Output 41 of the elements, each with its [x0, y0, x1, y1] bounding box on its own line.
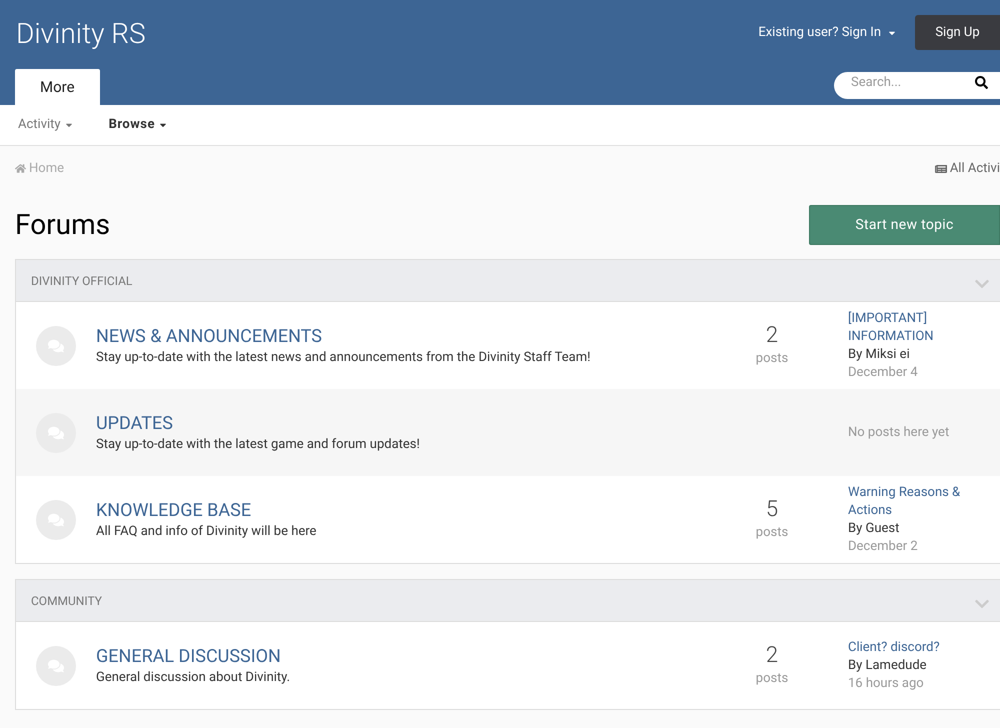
last-post-link[interactable]: Warning Reasons & Actions	[848, 484, 988, 520]
last-post-link[interactable]: Client? discord?	[848, 638, 988, 656]
post-count-label: posts	[756, 524, 788, 542]
site-title[interactable]: Divinity RS	[16, 16, 146, 52]
forum-description: All FAQ and info of Divinity will be here	[96, 522, 318, 540]
page-title: Forums	[15, 207, 110, 243]
last-post-date: December 4	[848, 364, 919, 382]
last-post-link[interactable]: [IMPORTANT] INFORMATION	[848, 310, 988, 346]
post-count-label: posts	[756, 350, 788, 368]
subnav-item[interactable]: Activity	[18, 115, 74, 135]
category-title: DIVINITY OFFICIAL	[31, 272, 132, 290]
forum-title-link[interactable]: NEWS & ANNOUNCEMENTS	[96, 324, 696, 348]
last-post-author: By Guest	[848, 520, 900, 538]
forum-title-link[interactable]: GENERAL DISCUSSION	[96, 644, 696, 668]
subnav-item[interactable]: Browse	[108, 115, 168, 135]
post-count: 2	[766, 642, 778, 669]
sign-up-button[interactable]: Sign Up	[915, 15, 1000, 50]
last-post-date: 16 hours ago	[848, 674, 925, 692]
forum-title-link[interactable]: UPDATES	[96, 412, 696, 436]
last-post-date: December 2	[848, 538, 919, 556]
all-activity-link[interactable]: All Activi	[934, 158, 1000, 178]
header-tab[interactable]: More	[15, 69, 100, 105]
search-icon[interactable]	[975, 76, 988, 89]
sign-in-link[interactable]: Existing user? Sign In	[758, 22, 897, 42]
forum-description: General discussion about Divinity.	[96, 668, 292, 686]
forum-title-link[interactable]: KNOWLEDGE BASE	[96, 498, 696, 522]
post-count: 5	[766, 496, 778, 523]
category-title: COMMUNITY	[31, 592, 102, 610]
forum-description: Stay up-to-date with the latest news and announcements from the Divinity Staff Team!	[96, 348, 592, 366]
category-header[interactable]: DIVINITY OFFICIAL	[16, 260, 1000, 302]
last-post-author: By Miksi ei	[848, 346, 911, 364]
search-field[interactable]: Search...	[834, 72, 1000, 98]
no-posts-text: No posts here yet	[848, 424, 950, 442]
category-header[interactable]: COMMUNITY	[16, 580, 1000, 622]
start-new-topic-button[interactable]: Start new topic	[809, 205, 1000, 245]
last-post-author: By Lamedude	[848, 656, 928, 674]
post-count: 2	[766, 322, 778, 349]
home-icon	[15, 163, 26, 174]
forum-description: Stay up-to-date with the latest game and forum updates!	[96, 436, 421, 454]
post-count-label: posts	[756, 670, 788, 688]
newspaper-icon	[934, 162, 947, 174]
